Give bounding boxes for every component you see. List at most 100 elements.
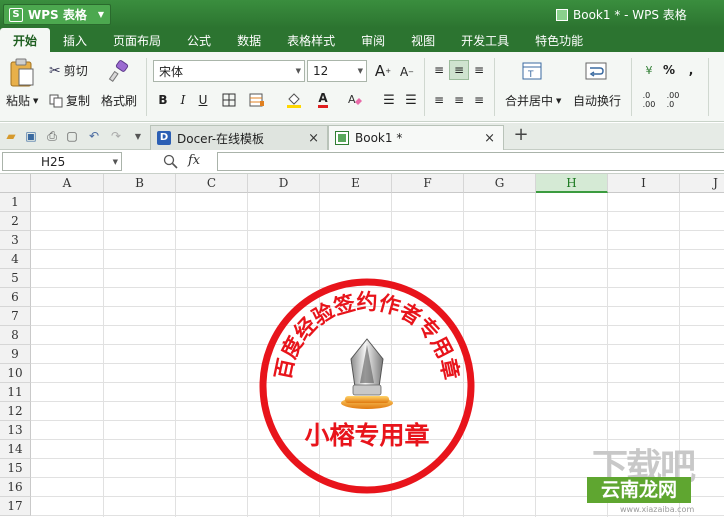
window-title-text: Book1 * - WPS 表格 xyxy=(573,8,687,22)
print-preview-icon[interactable]: ▢ xyxy=(64,128,80,144)
name-box[interactable]: H25 ▼ xyxy=(2,152,122,171)
merge-center-button[interactable]: 合并居中 ▼ xyxy=(505,92,561,109)
dropdown-arrow-icon: ▼ xyxy=(33,96,39,105)
tab-table-style[interactable]: 表格样式 xyxy=(274,28,348,52)
ribbon-divider xyxy=(494,58,495,116)
row-header-6[interactable]: 6 xyxy=(0,288,31,307)
tab-view[interactable]: 视图 xyxy=(398,28,448,52)
align-top-button[interactable]: ≡ xyxy=(429,60,449,80)
open-folder-icon[interactable]: ▰ xyxy=(3,128,19,144)
tab-special-features[interactable]: 特色功能 xyxy=(522,28,596,52)
wrap-text-icon-button[interactable] xyxy=(585,62,607,80)
column-header-d[interactable]: D xyxy=(248,174,320,193)
column-header-i[interactable]: I xyxy=(608,174,680,193)
save-icon[interactable]: ▣ xyxy=(23,128,39,144)
align-bottom-button[interactable]: ≡ xyxy=(469,60,489,80)
row-header-9[interactable]: 9 xyxy=(0,345,31,364)
row-header-1[interactable]: 1 xyxy=(0,193,31,212)
percent-glyph: % xyxy=(662,63,676,77)
merge-center-icon-button[interactable]: T xyxy=(522,62,542,80)
row-header-5[interactable]: 5 xyxy=(0,269,31,288)
row-header-16[interactable]: 16 xyxy=(0,478,31,497)
align-center-button[interactable]: ≡ xyxy=(449,90,469,110)
row-header-11[interactable]: 11 xyxy=(0,383,31,402)
decrease-decimal-button[interactable]: .00.0 xyxy=(663,90,683,110)
app-menu-button[interactable]: S WPS 表格 ▼ xyxy=(3,4,111,25)
decrease-indent-button[interactable]: ☰ xyxy=(379,90,399,110)
row-gridline xyxy=(31,249,724,250)
copy-button[interactable]: 复制 xyxy=(49,92,90,109)
fill-color-button[interactable] xyxy=(284,90,304,110)
formula-input[interactable] xyxy=(217,152,724,171)
clear-format-button[interactable]: A xyxy=(345,90,365,110)
column-header-a[interactable]: A xyxy=(31,174,104,193)
new-tab-button[interactable]: + xyxy=(513,124,529,145)
tab-docer-templates[interactable]: D Docer-在线模板 × xyxy=(150,125,328,150)
close-tab-icon[interactable]: × xyxy=(308,131,319,146)
select-all-corner[interactable] xyxy=(0,174,31,193)
close-tab-icon[interactable]: × xyxy=(484,131,495,146)
row-header-14[interactable]: 14 xyxy=(0,440,31,459)
wrap-text-button[interactable]: 自动换行 xyxy=(573,92,621,109)
column-header-h[interactable]: H xyxy=(536,174,608,193)
row-header-15[interactable]: 15 xyxy=(0,459,31,478)
column-header-g[interactable]: G xyxy=(464,174,536,193)
font-size-select[interactable]: 12 ▼ xyxy=(307,60,367,82)
tab-formulas[interactable]: 公式 xyxy=(174,28,224,52)
tab-insert[interactable]: 插入 xyxy=(50,28,100,52)
row-header-13[interactable]: 13 xyxy=(0,421,31,440)
row-header-8[interactable]: 8 xyxy=(0,326,31,345)
tab-developer[interactable]: 开发工具 xyxy=(448,28,522,52)
cut-button[interactable]: ✂ 剪切 xyxy=(49,62,88,79)
column-gridline xyxy=(175,193,176,517)
italic-button[interactable]: I xyxy=(173,90,193,110)
cell-style-button[interactable] xyxy=(247,90,267,110)
tab-page-layout[interactable]: 页面布局 xyxy=(100,28,174,52)
currency-format-button[interactable]: ¥ xyxy=(639,60,659,80)
tab-home[interactable]: 开始 xyxy=(0,28,51,52)
column-header-f[interactable]: F xyxy=(392,174,464,193)
format-painter-icon-button[interactable] xyxy=(108,60,130,82)
borders-button[interactable] xyxy=(219,90,239,110)
grow-font-button[interactable]: A + xyxy=(373,61,393,81)
window-title: Book1 * - WPS 表格 xyxy=(556,6,687,23)
font-name-select[interactable]: 宋体 ▼ xyxy=(153,60,305,82)
formula-bar: H25 ▼ fx xyxy=(0,150,724,174)
column-header-c[interactable]: C xyxy=(176,174,248,193)
align-middle-button[interactable]: ≡ xyxy=(449,60,469,80)
percent-format-button[interactable]: % xyxy=(659,60,679,80)
font-color-button[interactable]: A xyxy=(313,90,333,110)
shrink-font-button[interactable]: A − xyxy=(397,62,417,82)
increase-decimal-button[interactable]: .0.00 xyxy=(639,90,659,110)
underline-button[interactable]: U xyxy=(193,90,213,110)
row-header-7[interactable]: 7 xyxy=(0,307,31,326)
customize-toolbar-icon[interactable]: ▼ xyxy=(130,128,146,144)
zoom-function-icon[interactable] xyxy=(163,154,179,170)
insert-function-button[interactable]: fx xyxy=(188,153,200,168)
row-header-2[interactable]: 2 xyxy=(0,212,31,231)
row-header-10[interactable]: 10 xyxy=(0,364,31,383)
increase-indent-button[interactable]: ☰ xyxy=(401,90,421,110)
redo-icon[interactable]: ↷ xyxy=(108,128,124,144)
paste-button[interactable] xyxy=(8,58,36,88)
row-header-3[interactable]: 3 xyxy=(0,231,31,250)
paste-menu-button[interactable]: 粘贴 ▼ xyxy=(6,92,38,109)
column-header-b[interactable]: B xyxy=(104,174,176,193)
row-header-12[interactable]: 12 xyxy=(0,402,31,421)
tab-data[interactable]: 数据 xyxy=(224,28,274,52)
column-header-j[interactable]: J xyxy=(680,174,724,193)
undo-icon[interactable]: ↶ xyxy=(86,128,102,144)
tab-book1[interactable]: Book1 * × xyxy=(328,125,504,150)
align-right-button[interactable]: ≡ xyxy=(469,90,489,110)
align-left-button[interactable]: ≡ xyxy=(429,90,449,110)
row-header-4[interactable]: 4 xyxy=(0,250,31,269)
row-header-17[interactable]: 17 xyxy=(0,497,31,516)
print-icon[interactable]: ⎙ xyxy=(44,128,60,144)
copy-label: 复制 xyxy=(66,94,91,108)
bold-button[interactable]: B xyxy=(153,90,173,110)
dropdown-arrow-icon: ▼ xyxy=(295,67,301,75)
comma-format-button[interactable]: , xyxy=(681,60,701,80)
column-header-e[interactable]: E xyxy=(320,174,392,193)
tab-review[interactable]: 审阅 xyxy=(348,28,398,52)
format-painter-button[interactable]: 格式刷 xyxy=(101,92,137,109)
